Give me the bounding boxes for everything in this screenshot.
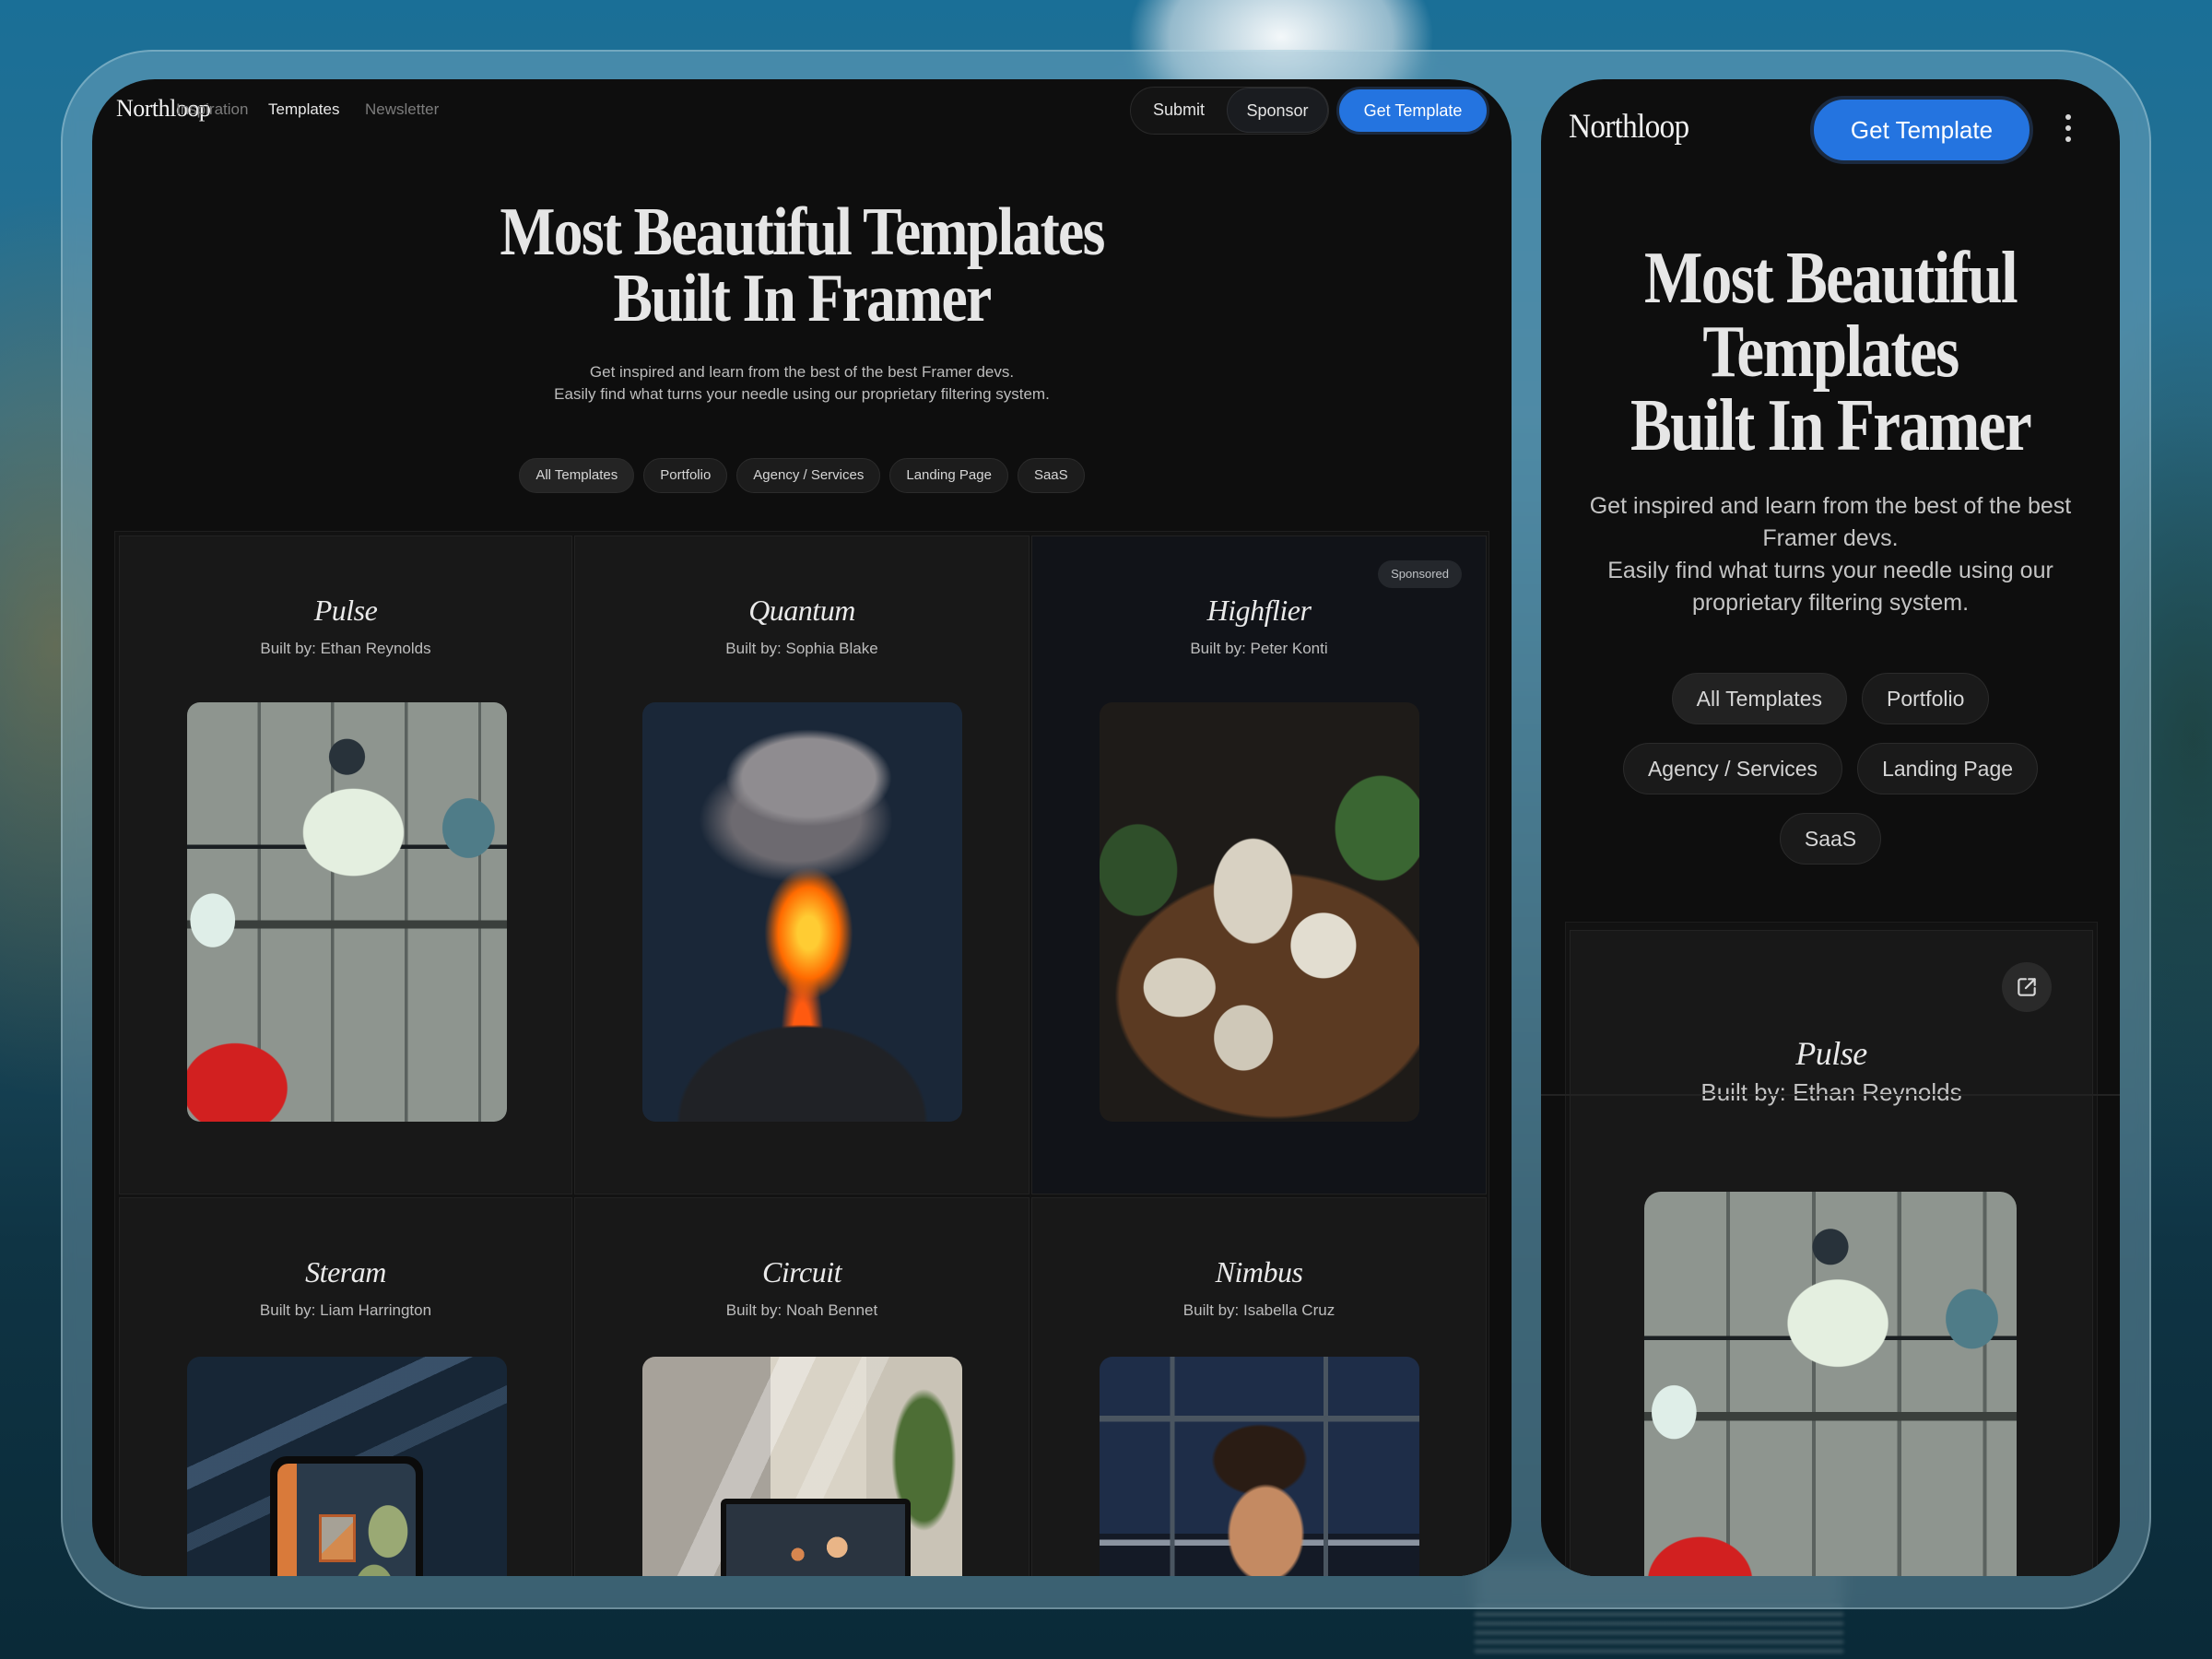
card-title: Pulse <box>313 594 378 627</box>
card-author: Built by: Ethan Reynolds <box>1700 1078 1962 1106</box>
hero-title: Most Beautiful Templates Built In Framer <box>192 198 1412 333</box>
card-author: Built by: Peter Konti <box>1190 640 1328 657</box>
tablet-illustration <box>270 1456 423 1576</box>
hero-title-line-2: Templates <box>1702 312 1959 393</box>
filter-portfolio[interactable]: Portfolio <box>1862 673 1990 724</box>
volcano-image[interactable] <box>642 702 962 1122</box>
laptop-room-image[interactable] <box>642 1357 962 1576</box>
man-night-window-image[interactable] <box>1100 1357 1419 1576</box>
hero-title-line-1: Most Beautiful <box>1644 238 2018 319</box>
hero-subtitle-line-2: Easily find what turns your needle using… <box>554 385 1050 403</box>
card-title: Nimbus <box>1215 1255 1303 1288</box>
filter-chips: All Templates Portfolio Agency / Services L… <box>92 458 1512 493</box>
top-nav: Northloop Inspiration Templates Newslett… <box>92 79 1512 136</box>
laptop-illustration <box>721 1499 911 1576</box>
more-vertical-icon[interactable] <box>2057 114 2079 146</box>
card-title: Circuit <box>762 1255 841 1288</box>
template-card-nimbus[interactable]: Nimbus Built by: Isabella Cruz <box>1031 1197 1487 1576</box>
hero-subtitle: Get inspired and learn from the best of … <box>1569 490 2092 619</box>
hero-title-line-3: Built In Framer <box>1630 385 2032 466</box>
card-author: Built by: Liam Harrington <box>259 1301 432 1319</box>
filter-saas[interactable]: SaaS <box>1779 813 1882 865</box>
filter-all-templates[interactable]: All Templates <box>519 458 635 493</box>
nav-link-inspiration[interactable]: Inspiration <box>176 100 248 119</box>
filter-landing-page[interactable]: Landing Page <box>889 458 1008 493</box>
desktop-preview: Northloop Inspiration Templates Newslett… <box>92 79 1512 1576</box>
retro-control-panel-image[interactable] <box>1644 1192 2017 1576</box>
card-author: Built by: Sophia Blake <box>725 640 878 657</box>
template-card-circuit[interactable]: Circuit Built by: Noah Bennet <box>574 1197 1030 1576</box>
mobile-preview: Northloop Get Template Most Beautiful Te… <box>1541 79 2120 1576</box>
hero-title-line-2: Built In Framer <box>613 261 992 336</box>
filter-agency-services[interactable]: Agency / Services <box>1622 743 1843 794</box>
hero-title: Most Beautiful Templates Built In Framer <box>1587 241 2074 463</box>
hero-subtitle-line-2: Easily find what turns your needle using… <box>1607 558 2053 616</box>
retro-control-panel-image[interactable] <box>187 702 507 1122</box>
hero-subtitle-line-1: Get inspired and learn from the best of … <box>589 363 1015 381</box>
submit-sponsor-group: Submit Sponsor <box>1130 87 1329 135</box>
nav-link-newsletter[interactable]: Newsletter <box>365 100 439 119</box>
submit-button[interactable]: Submit <box>1131 88 1227 133</box>
card-author: Built by: Ethan Reynolds <box>260 640 431 657</box>
calculators-image[interactable] <box>1100 702 1419 1122</box>
template-card-quantum[interactable]: Quantum Built by: Sophia Blake <box>574 535 1030 1194</box>
sponsored-badge: Sponsored <box>1378 560 1462 588</box>
hero-subtitle: Get inspired and learn from the best of … <box>92 361 1512 406</box>
template-card-pulse[interactable]: Pulse Built by: Ethan Reynolds <box>1570 930 2093 1576</box>
tablet-plants-image[interactable] <box>187 1357 507 1576</box>
template-grid: Pulse Built by: Ethan Reynolds Quantum B… <box>114 531 1489 1576</box>
template-card-highflier[interactable]: Sponsored Highflier Built by: Peter Kont… <box>1031 535 1487 1194</box>
card-title: Steram <box>305 1255 386 1288</box>
filter-chips: All Templates Portfolio Agency / Services… <box>1578 673 2083 883</box>
external-link-icon[interactable] <box>2002 962 2052 1012</box>
sponsor-button[interactable]: Sponsor <box>1227 88 1328 133</box>
get-template-button[interactable]: Get Template <box>1810 96 2033 164</box>
filter-all-templates[interactable]: All Templates <box>1671 673 1847 724</box>
hero-subtitle-line-1: Get inspired and learn from the best of … <box>1589 493 2072 551</box>
template-card-pulse[interactable]: Pulse Built by: Ethan Reynolds <box>119 535 572 1194</box>
card-title: Highflier <box>1206 594 1312 627</box>
card-author: Built by: Noah Bennet <box>725 1301 878 1319</box>
card-author: Built by: Isabella Cruz <box>1182 1301 1335 1319</box>
template-card-steram[interactable]: Steram Built by: Liam Harrington <box>119 1197 572 1576</box>
divider <box>1541 1094 2120 1096</box>
filter-agency-services[interactable]: Agency / Services <box>736 458 881 493</box>
card-title: Quantum <box>748 594 855 627</box>
card-title: Pulse <box>1795 1035 1867 1072</box>
filter-saas[interactable]: SaaS <box>1017 458 1085 493</box>
filter-landing-page[interactable]: Landing Page <box>1857 743 2039 794</box>
template-list: Pulse Built by: Ethan Reynolds <box>1565 922 2098 1576</box>
filter-portfolio[interactable]: Portfolio <box>643 458 728 493</box>
nav-link-templates[interactable]: Templates <box>268 100 339 119</box>
get-template-button[interactable]: Get Template <box>1336 87 1489 135</box>
hero-title-line-1: Most Beautiful Templates <box>500 194 1105 270</box>
brand-logo[interactable]: Northloop <box>1569 107 1689 147</box>
